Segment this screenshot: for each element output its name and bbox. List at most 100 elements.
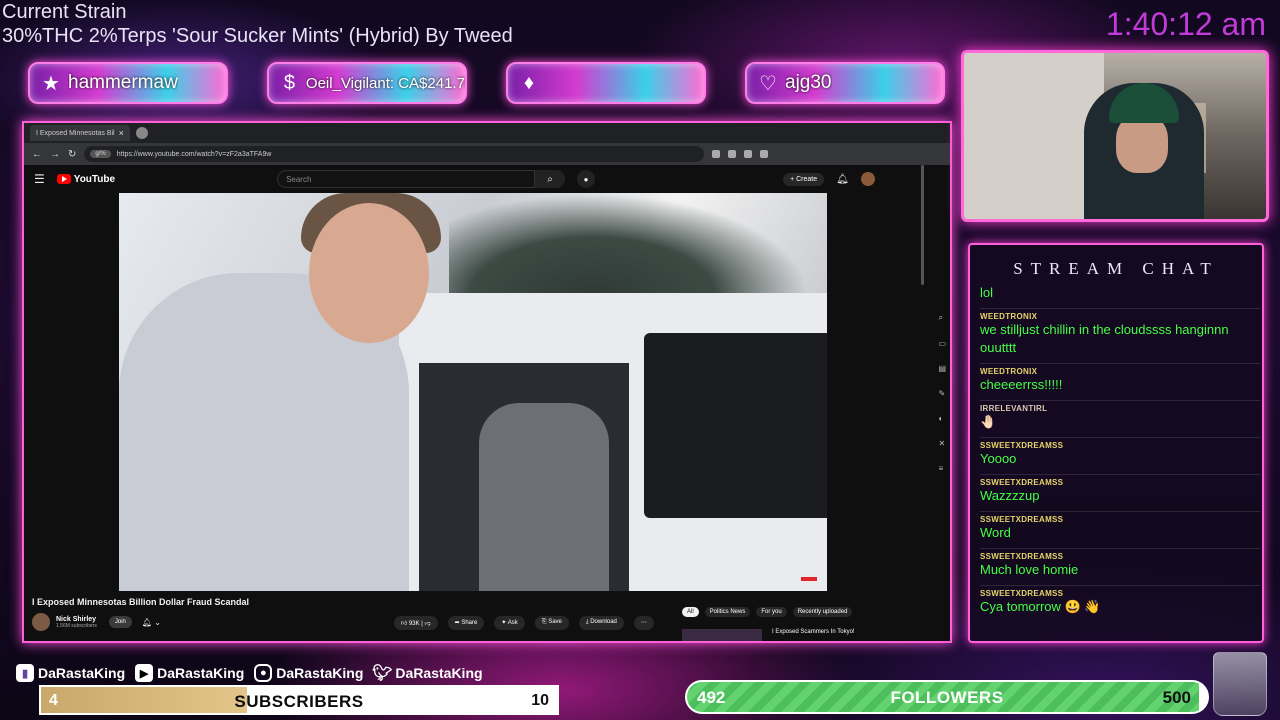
account-avatar[interactable] (860, 172, 875, 186)
chat-message: SSWEETXDREAMSS Wazzzzup (980, 475, 1260, 512)
chat-message: SSWEETXDREAMSS Word (980, 512, 1260, 549)
chat-message-text: Cya tomorrow 😃 👋 (980, 599, 1101, 614)
twitch-icon: ▮ (16, 664, 34, 682)
follower-goal-bar: 492 FOLLOWERS 500 (685, 680, 1209, 714)
chat-username: SSWEETXDREAMSS (980, 589, 1064, 598)
create-button[interactable]: + Create (783, 172, 825, 186)
subscriber-goal-label: SUBSCRIBERS (234, 692, 364, 711)
social-youtube: ▶ DaRastaKing (135, 664, 244, 682)
url-pill: g/% (90, 150, 111, 158)
url-text: https://www.youtube.com/watch?v=zF2a3aTF… (116, 150, 272, 158)
follower-goal-target: 500 (1162, 688, 1191, 707)
ask-button[interactable]: ✦ Ask (494, 616, 525, 630)
alert-banner-text: hammermaw (68, 72, 178, 93)
search-icon[interactable]: ⌕ (938, 313, 946, 323)
social-twitter: 🐦︎ DaRastaKing (372, 664, 482, 682)
search-icon[interactable]: ⌕ (535, 170, 566, 188)
gamepad-icon[interactable]: ◐ (938, 414, 946, 423)
recommended-thumbnail[interactable] (682, 629, 762, 641)
more-icon[interactable]: ⋯ (633, 616, 654, 630)
close-icon[interactable]: × (119, 128, 124, 138)
download-button[interactable]: ⤓ Download (578, 616, 624, 630)
extension-icon[interactable] (744, 150, 753, 158)
stream-clock: 1:40:12 am (1105, 6, 1266, 42)
browser-toolbar: ← → ↻ g/% https://www.youtube.com/watch?… (24, 143, 950, 165)
instagram-icon: ● (254, 664, 273, 682)
twitch-handle: DaRastaKing (38, 665, 126, 681)
extension-icon[interactable] (712, 150, 721, 158)
chip-all[interactable]: All (682, 607, 699, 617)
chat-message-text: 🤚🏻 (980, 414, 997, 429)
save-button[interactable]: ⎘ Save (534, 616, 569, 630)
chat-username: SSWEETXDREAMSS (980, 515, 1064, 524)
channel-name[interactable]: Nick Shirley (56, 616, 97, 623)
chat-message: SSWEETXDREAMSS Much love homie (980, 549, 1260, 586)
subscriber-goal-target: 10 (531, 692, 549, 709)
channel-subscriber-count: 1.56M subscribers (56, 622, 97, 629)
browser-side-rail: ⌕ ▭ ▤ ✎ ◐ ✕ ≡ (938, 313, 946, 473)
social-twitch: ▮ DaRastaKing (16, 664, 125, 682)
subscribe-bell-icon[interactable]: 🔔︎ ⌄ (142, 618, 161, 627)
ask-label: Ask (507, 620, 518, 626)
heart-icon: ♡ (759, 72, 777, 95)
page-scrollbar[interactable] (921, 165, 924, 285)
recommended-title[interactable]: I Exposed Scammers In Tokyo! (772, 629, 855, 635)
browser-tab[interactable]: I Exposed Minnesotas Bil × (30, 125, 130, 141)
settings-icon[interactable]: ≡ (938, 464, 946, 473)
microphone-icon[interactable]: ● (577, 170, 596, 188)
glass-cup-decoration (1213, 652, 1267, 716)
reload-icon[interactable]: ↻ (68, 149, 76, 160)
youtube-logo-text: YouTube (73, 173, 116, 185)
video-host-head (309, 203, 429, 343)
alert-banner-donation: $ Oeil_Vigilant: CA$241.78 (267, 62, 467, 104)
channel-avatar[interactable] (32, 613, 50, 631)
video-driver (479, 403, 609, 591)
like-button[interactable]: 👍︎ 93K | 👎︎ (394, 616, 438, 630)
address-bar[interactable]: g/% https://www.youtube.com/watch?v=zF2a… (84, 146, 705, 162)
chat-message: IRRELEVANTIRL 🤚🏻 (980, 401, 1260, 438)
chip-politics-news[interactable]: Politics News (704, 607, 751, 617)
chat-username: WEEDTRONIX (980, 312, 1038, 321)
new-tab-button[interactable] (135, 127, 148, 139)
history-icon[interactable]: ▤ (938, 364, 946, 373)
join-button[interactable]: Join (108, 616, 132, 628)
chat-message-text: lol (980, 285, 994, 300)
diamond-icon: ♦ (523, 71, 535, 94)
share-button[interactable]: ➦ Share (447, 616, 485, 630)
search-input[interactable]: Search (277, 170, 536, 188)
extension-icon[interactable] (728, 150, 737, 158)
alert-banner-text: ajg30 (785, 72, 832, 93)
bookmark-icon[interactable]: ▭ (938, 339, 946, 348)
chat-username: SSWEETXDREAMSS (980, 552, 1064, 561)
tab-title: I Exposed Minnesotas Bil (36, 129, 115, 137)
chat-message: WEEDTRONIX cheeeerrss!!!!! (980, 364, 1260, 401)
download-label: Download (590, 619, 617, 625)
webcam-feed (961, 50, 1269, 222)
video-truck-window (644, 333, 827, 518)
chat-title: STREAM CHAT (1013, 259, 1219, 278)
chat-username: IRRELEVANTIRL (980, 404, 1048, 413)
video-player[interactable] (119, 193, 827, 591)
notifications-bell-icon[interactable]: 🔔︎ (836, 174, 849, 185)
extension-icon[interactable] (760, 150, 769, 158)
follower-goal-label: FOLLOWERS (890, 688, 1004, 707)
chat-message-text: Word (980, 525, 1011, 540)
tools-icon[interactable]: ✕ (938, 439, 946, 448)
chat-username: WEEDTRONIX (980, 367, 1038, 376)
youtube-header: ☰ YouTube Search ⌕ ● + Create 🔔︎ (24, 165, 950, 193)
youtube-icon: ▶ (135, 664, 154, 682)
star-icon: ★ (42, 72, 60, 95)
edit-icon[interactable]: ✎ (938, 389, 946, 398)
chip-for-you[interactable]: For you (756, 607, 787, 617)
live-indicator (801, 577, 817, 581)
back-icon[interactable]: ← (32, 149, 42, 160)
youtube-logo[interactable]: YouTube (56, 173, 116, 185)
current-strain-title: Current Strain (2, 1, 127, 23)
chat-message-text: we stilljust chillin in the cloudssss ha… (980, 322, 1229, 355)
webcam-streamer-face (1116, 115, 1168, 173)
like-count: 93K (408, 621, 420, 627)
forward-icon[interactable]: → (50, 149, 60, 160)
menu-icon[interactable]: ☰ (34, 172, 45, 186)
chip-recently-uploaded[interactable]: Recently uploaded (792, 607, 853, 617)
chat-message-text: cheeeerrss!!!!! (980, 377, 1063, 392)
